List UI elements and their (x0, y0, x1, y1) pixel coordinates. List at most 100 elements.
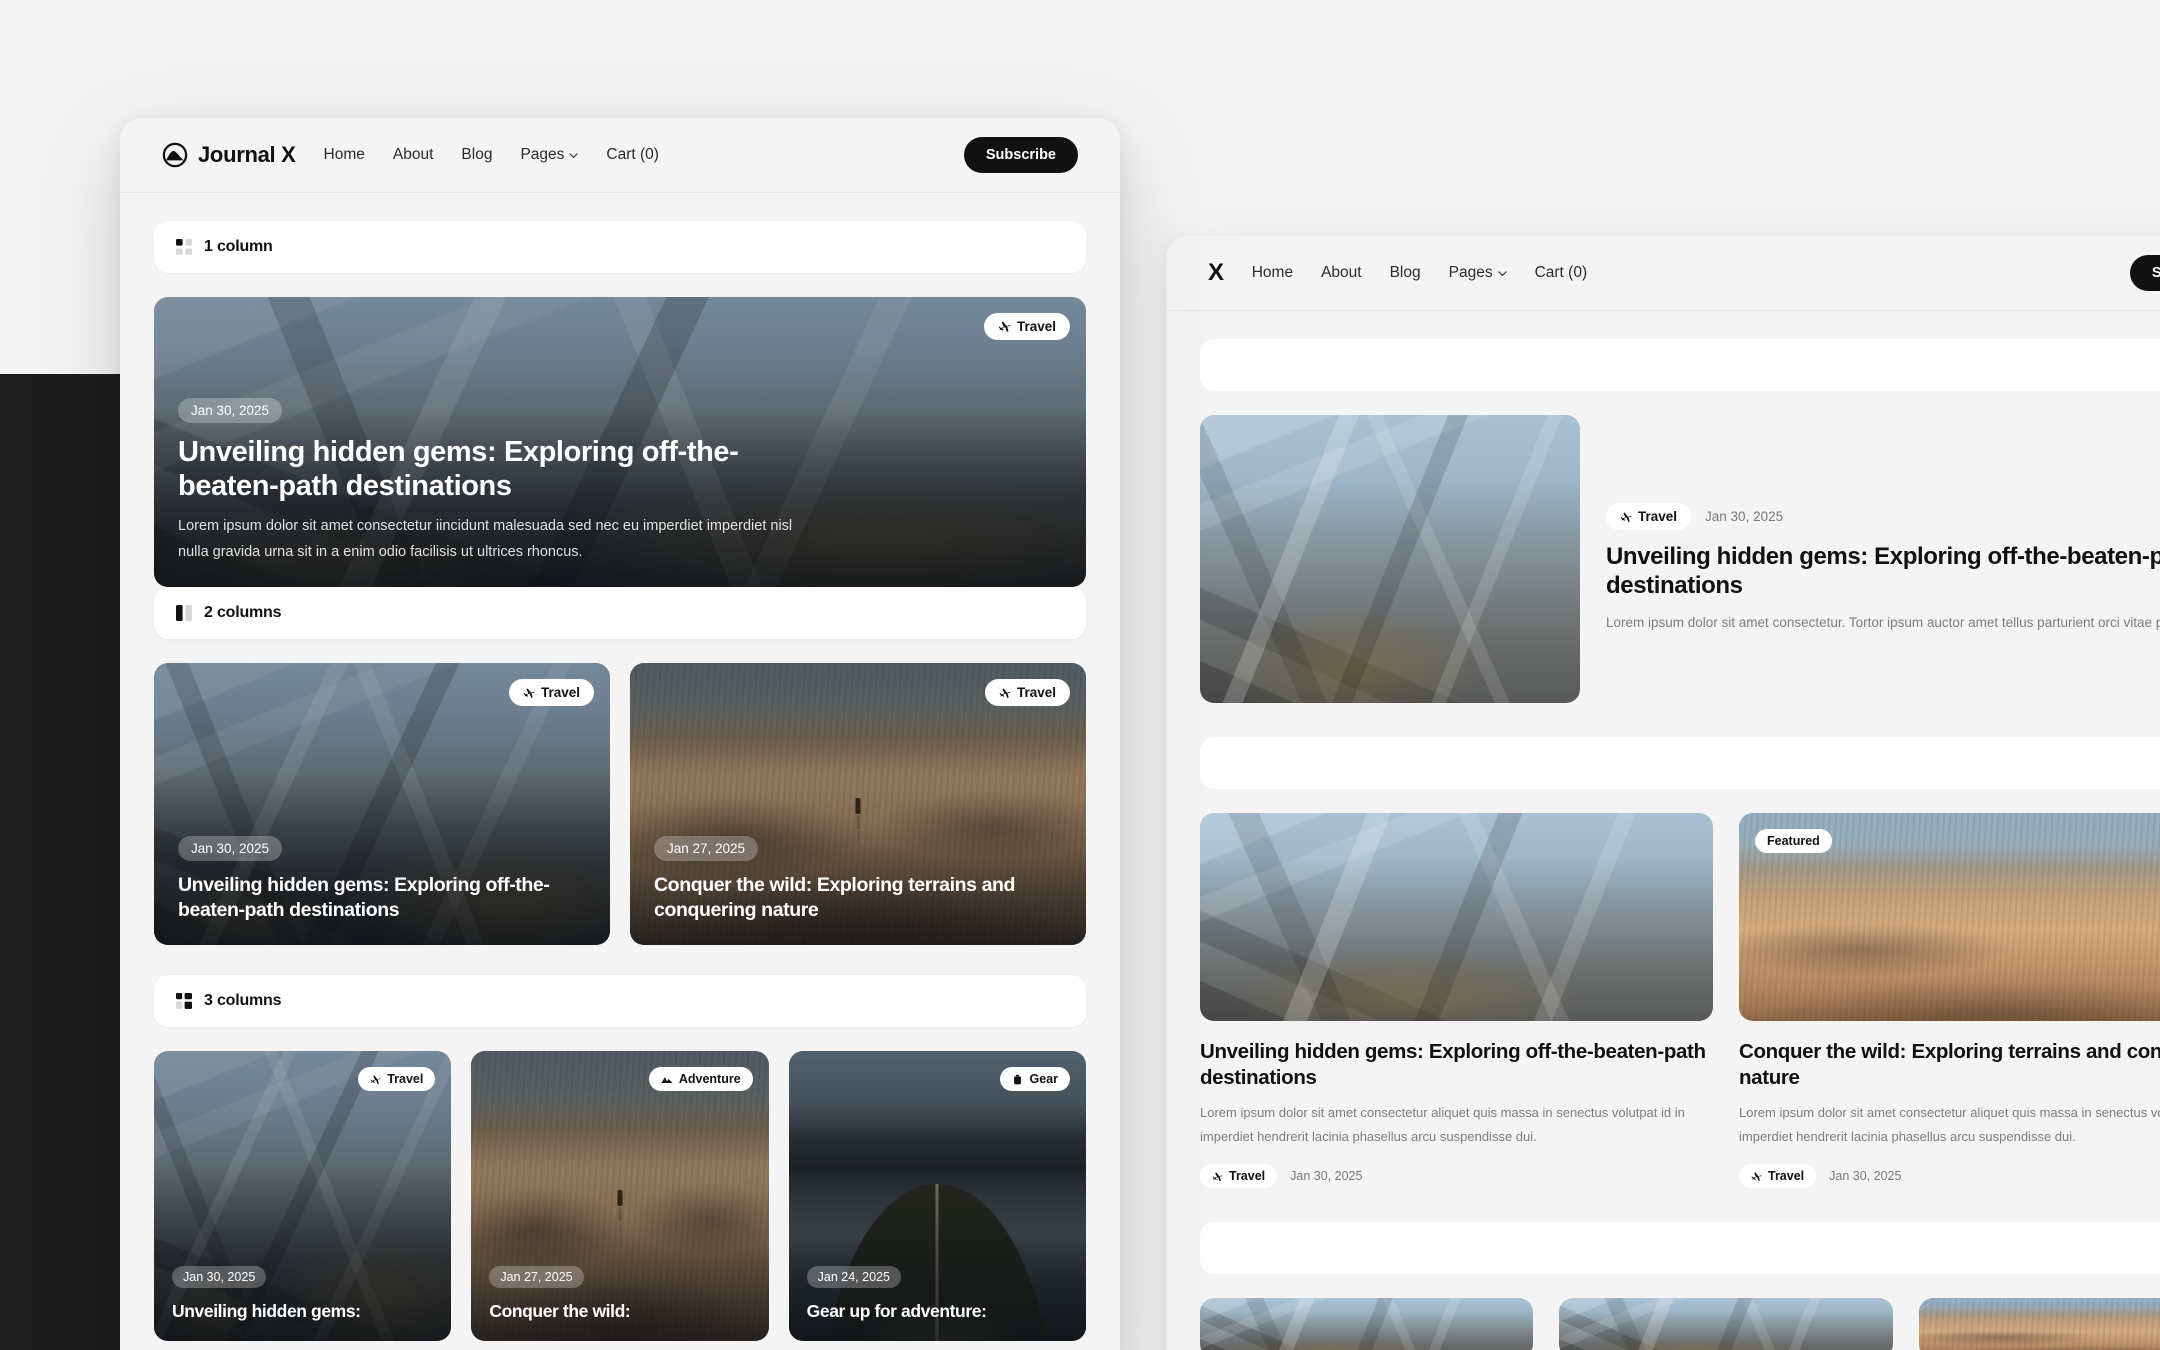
nav-link-pages[interactable]: Pages (520, 146, 579, 164)
three-col-card-1-date-chip: Jan 30, 2025 (172, 1266, 267, 1289)
two-col-card-1-inner: Travel Jan 30, 2025 Unveiling hidden gem… (154, 663, 610, 945)
back-feature-image[interactable] (1200, 415, 1580, 703)
three-col-card-3-badge-row: Gear (789, 1051, 1086, 1091)
screenshot-stage: X Home About Blog Pages Cart (0) Subscri… (0, 0, 2160, 1350)
back-feature-row[interactable]: Travel Jan 30, 2025 Unveiling hidden gem… (1200, 415, 2160, 703)
two-col-card-2-badge-row: Travel (630, 663, 1086, 706)
two-col-card-1-title[interactable]: Unveiling hidden gems: Exploring off-the… (178, 873, 586, 923)
three-col-card-2[interactable]: Adventure Jan 27, 2025 Conquer the wild: (471, 1051, 769, 1341)
back-nav-pages[interactable]: Pages (1449, 264, 1507, 282)
three-col-card-3[interactable]: Gear Jan 24, 2025 Gear up for adventure: (788, 1051, 1086, 1341)
back-card-1-excerpt: Lorem ipsum dolor sit amet consectetur a… (1200, 1104, 1685, 1145)
three-col-card-3-category-badge[interactable]: Gear (1000, 1067, 1070, 1091)
three-col-card-2-category-badge[interactable]: Adventure (648, 1067, 753, 1091)
section-bar-two-columns: 2 columns (154, 587, 1086, 639)
two-col-card-2[interactable]: Travel Jan 27, 2025 Conquer the wild: Ex… (630, 663, 1086, 945)
back-nav-about[interactable]: About (1321, 264, 1362, 282)
three-col-card-2-category-label: Adventure (678, 1072, 741, 1086)
back-card-2-featured-badge[interactable]: Featured (1755, 829, 1832, 853)
back-card-1[interactable]: Unveiling hidden gems: Exploring off-the… (1200, 813, 1713, 1189)
airplane-icon (523, 688, 535, 698)
nav-link-pages-label: Pages (520, 146, 565, 163)
back-nav-links: Home About Blog Pages Cart (0) (1252, 264, 1587, 282)
foreground-browser-window[interactable]: Journal X Home About Blog Pages Cart (0)… (120, 118, 1120, 1350)
back-nav-about-label: About (1321, 264, 1362, 281)
back-teaser-3[interactable] (1918, 1298, 2160, 1350)
three-col-card-2-text: Jan 27, 2025 Conquer the wild: (471, 1266, 768, 1341)
nav-link-home[interactable]: Home (324, 146, 365, 164)
three-col-card-3-date-chip: Jan 24, 2025 (806, 1266, 901, 1289)
section-label-three-columns: 3 columns (204, 992, 282, 1009)
back-card-2[interactable]: Featured Conquer the wild: Exploring ter… (1739, 813, 2160, 1189)
back-teaser-row (1200, 1298, 2160, 1350)
back-nav-blog[interactable]: Blog (1390, 264, 1421, 282)
hero-text: Jan 30, 2025 Unveiling hidden gems: Expl… (154, 397, 1086, 587)
three-col-card-3-text: Jan 24, 2025 Gear up for adventure: (789, 1266, 1086, 1341)
front-brand[interactable]: Journal X (162, 142, 296, 168)
chevron-down-icon (1497, 270, 1507, 276)
two-col-card-1[interactable]: Travel Jan 30, 2025 Unveiling hidden gem… (154, 663, 610, 945)
back-teaser-2[interactable] (1559, 1298, 1893, 1350)
hero-date-chip: Jan 30, 2025 (178, 397, 283, 423)
back-nav-home[interactable]: Home (1252, 264, 1293, 282)
airplane-icon (998, 321, 1011, 332)
three-col-card-2-title[interactable]: Conquer the wild: (489, 1300, 750, 1323)
nav-link-blog[interactable]: Blog (461, 146, 492, 164)
two-col-card-1-text: Jan 30, 2025 Unveiling hidden gems: Expl… (154, 836, 610, 945)
hero-badge-row: Travel (154, 297, 1086, 340)
two-col-card-2-category-badge[interactable]: Travel (984, 679, 1070, 706)
back-feature-title[interactable]: Unveiling hidden gems: Exploring off-the… (1606, 542, 2160, 601)
back-card-1-title[interactable]: Unveiling hidden gems: Exploring off-the… (1200, 1039, 1713, 1091)
two-col-card-2-date-chip: Jan 27, 2025 (654, 836, 759, 862)
grid-1-icon (176, 239, 192, 255)
hero-category-badge[interactable]: Travel (983, 313, 1070, 340)
three-col-card-1[interactable]: Travel Jan 30, 2025 Unveiling hidden gem… (154, 1051, 452, 1341)
three-col-card-1-category-badge[interactable]: Travel (358, 1067, 436, 1091)
alpine-photo (1200, 813, 1713, 1021)
back-card-2-category-badge[interactable]: Travel (1739, 1164, 1817, 1189)
alpine-photo (1559, 1298, 1893, 1350)
nav-link-cart[interactable]: Cart (0) (606, 146, 659, 164)
subscribe-button[interactable]: Subscribe (963, 137, 1078, 173)
back-nav-blog-label: Blog (1389, 264, 1421, 281)
alpine-photo (1200, 415, 1580, 703)
three-column-grid: Travel Jan 30, 2025 Unveiling hidden gem… (154, 1051, 1086, 1341)
back-feature-category-badge[interactable]: Travel (1606, 503, 1692, 530)
two-col-card-2-category-label: Travel (1016, 685, 1056, 700)
hero-inner: Travel Jan 30, 2025 Unveiling hidden gem… (154, 297, 1086, 587)
back-card-2-featured-label: Featured (1767, 834, 1820, 848)
two-col-card-2-title[interactable]: Conquer the wild: Exploring terrains and… (654, 873, 1062, 923)
hero-excerpt: Lorem ipsum dolor sit amet consectetur i… (178, 518, 793, 560)
nav-link-about-label: About (392, 146, 434, 163)
back-card-1-image[interactable] (1200, 813, 1713, 1021)
mountain-icon (661, 1077, 673, 1084)
back-brand[interactable]: X (1208, 259, 1224, 287)
three-col-card-3-category-label: Gear (1029, 1072, 1058, 1086)
three-col-card-2-date-chip: Jan 27, 2025 (489, 1266, 584, 1289)
two-column-grid: Travel Jan 30, 2025 Unveiling hidden gem… (154, 663, 1086, 945)
back-feature-date: Jan 30, 2025 (1705, 509, 1784, 524)
nav-link-about[interactable]: About (393, 146, 434, 164)
background-browser-window[interactable]: X Home About Blog Pages Cart (0) Subscri… (1166, 236, 2160, 1350)
two-col-card-1-category-badge[interactable]: Travel (508, 679, 594, 706)
back-navbar: X Home About Blog Pages Cart (0) Subscri… (1166, 236, 2160, 311)
back-card-2-title[interactable]: Conquer the wild: Exploring terrains and… (1739, 1039, 2160, 1091)
back-subscribe-button[interactable]: Subscribe (2129, 255, 2160, 291)
hero-card[interactable]: Travel Jan 30, 2025 Unveiling hidden gem… (154, 297, 1086, 587)
section-label-one-column: 1 column (204, 238, 273, 255)
back-card-2-meta: Travel Jan 30, 2025 (1739, 1164, 2160, 1189)
back-card-2-excerpt: Lorem ipsum dolor sit amet consectetur a… (1739, 1104, 2160, 1145)
three-col-card-3-title[interactable]: Gear up for adventure: (807, 1300, 1068, 1323)
front-brand-name: Journal X (198, 142, 296, 167)
three-col-card-1-title[interactable]: Unveiling hidden gems: (172, 1300, 433, 1323)
back-nav-cart[interactable]: Cart (0) (1535, 264, 1588, 282)
back-card-2-image[interactable]: Featured (1739, 813, 2160, 1021)
back-card-2-category-label: Travel (1768, 1169, 1805, 1184)
back-teaser-1[interactable] (1200, 1298, 1534, 1350)
dune-photo (1918, 1298, 2160, 1350)
back-section-bar-2 (1200, 737, 2160, 789)
back-feature-meta: Travel Jan 30, 2025 (1606, 503, 2160, 530)
section-bar-one-column: 1 column (154, 221, 1086, 273)
hero-title[interactable]: Unveiling hidden gems: Exploring off-the… (178, 435, 838, 503)
back-card-1-category-badge[interactable]: Travel (1200, 1164, 1278, 1189)
